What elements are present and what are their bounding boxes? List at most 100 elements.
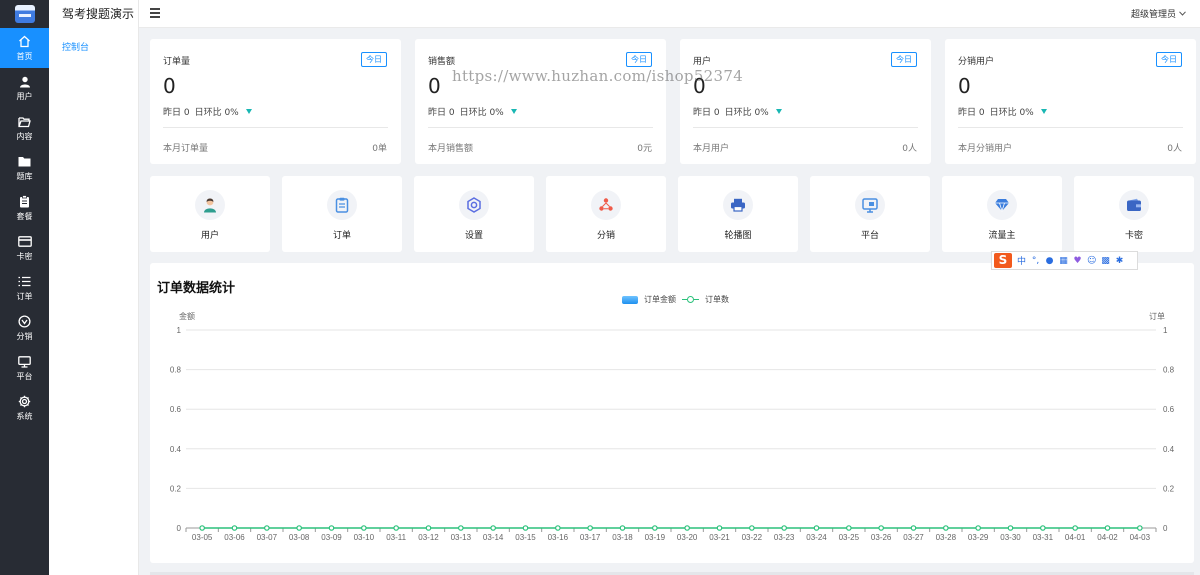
point-order-count	[910, 525, 917, 531]
microphone-icon[interactable]: ●	[1045, 256, 1054, 266]
printer-icon	[723, 190, 753, 220]
point-order-count	[1040, 525, 1046, 531]
point-order-count	[393, 525, 399, 531]
sogou-logo-icon[interactable]: S	[994, 253, 1012, 268]
x-tick-label: 03-06	[224, 533, 245, 542]
main-sidebar: 首页 用户 内容 题库 套餐 卡密 订单 分销 平台 系统	[0, 0, 49, 575]
shortcut-tile[interactable]: 卡密	[1074, 176, 1194, 252]
trend-down-icon	[245, 109, 252, 114]
user-avatar-icon	[195, 190, 225, 220]
x-tick-label: 03-07	[257, 533, 278, 542]
sidebar-item-label: 卡密	[16, 251, 33, 261]
sidebar-item-2[interactable]: 内容	[0, 108, 49, 148]
point-order-count	[813, 525, 820, 531]
sidebar-item-5[interactable]: 卡密	[0, 228, 49, 268]
user-menu[interactable]: 超级管理员	[1131, 7, 1186, 20]
x-tick-label: 03-16	[548, 533, 569, 542]
menu-toggle-icon[interactable]	[150, 8, 160, 18]
x-tick-label: 03-13	[451, 533, 472, 542]
order-chart: 金额 订单 0 0 0.2 0.2 0.4 0.4 0.6 0.6 0.8 0.8 1 1 03-05 03-…	[170, 311, 1175, 542]
sidebar-item-1[interactable]: 用户	[0, 68, 49, 108]
stat-compare-row: 昨日 0 日环比 0%	[163, 105, 252, 118]
sidebar-item-6[interactable]: 订单	[0, 268, 49, 308]
sidebar-item-label: 内容	[16, 131, 33, 141]
ime-mode-toggle[interactable]: 中	[1017, 254, 1026, 267]
y-tick-label-left: 1	[177, 326, 182, 335]
sidebar-item-4[interactable]: 套餐	[0, 188, 49, 228]
shortcut-label: 平台	[860, 231, 879, 241]
sidebar-item-label: 订单	[16, 291, 33, 301]
sidebar-item-label: 分销	[16, 331, 33, 341]
point-order-count	[619, 525, 626, 531]
shortcut-tile[interactable]: 轮播图	[678, 176, 798, 252]
share-icon	[591, 190, 621, 220]
period-tag[interactable]: 今日	[626, 52, 652, 67]
y-axis-title-right: 订单	[1149, 311, 1165, 321]
point-order-count	[943, 525, 949, 531]
point-order-count	[1072, 525, 1078, 531]
card-divider	[163, 127, 388, 128]
shortcut-label: 流量主	[988, 231, 1016, 241]
keyboard-icon[interactable]: ▦	[1059, 256, 1068, 266]
sidebar-item-8[interactable]: 平台	[0, 348, 49, 388]
month-label: 本月订单量	[163, 144, 209, 154]
subnav-item-console[interactable]: 控制台	[49, 40, 138, 53]
sidebar-item-0[interactable]: 首页	[0, 28, 49, 68]
logo-icon	[14, 5, 35, 23]
y-tick-label-right: 0.2	[1163, 484, 1175, 493]
shortcut-tile[interactable]: 设置	[414, 176, 534, 252]
y-tick-label-left: 0.4	[170, 445, 182, 454]
point-order-count	[328, 525, 335, 531]
period-tag[interactable]: 今日	[1156, 52, 1182, 67]
point-order-count	[522, 525, 529, 531]
order-icon	[327, 190, 357, 220]
skin-icon[interactable]: ♥	[1073, 256, 1082, 266]
month-label: 本月销售额	[428, 144, 474, 154]
shortcut-tile[interactable]: 平台	[810, 176, 930, 252]
settings-icon	[459, 190, 489, 220]
stat-title: 销售额	[428, 57, 456, 67]
sidebar-item-3[interactable]: 题库	[0, 148, 49, 188]
x-tick-label: 03-15	[515, 533, 536, 542]
stat-card: 分销用户 今日 0 昨日 0 日环比 0% 本月分销用户 0人	[945, 39, 1196, 164]
yesterday-value: 昨日 0	[958, 108, 985, 118]
x-tick-label: 03-21	[709, 533, 730, 542]
y-tick-label-right: 1	[1163, 326, 1168, 335]
shortcut-tile[interactable]: 分销	[546, 176, 666, 252]
shortcut-tile[interactable]: 订单	[282, 176, 402, 252]
point-order-count	[1007, 525, 1014, 531]
y-axis-title-left: 金额	[179, 311, 195, 321]
period-tag[interactable]: 今日	[361, 52, 387, 67]
x-tick-label: 04-03	[1130, 533, 1151, 542]
settings-gear-icon[interactable]: ✱	[1115, 256, 1124, 266]
x-tick-label: 03-19	[645, 533, 666, 542]
day-compare: 日环比 0%	[989, 108, 1034, 118]
shortcut-tile[interactable]: 用户	[150, 176, 270, 252]
toolbox-icon[interactable]: ▩	[1101, 256, 1110, 266]
stat-card: 用户 今日 0 昨日 0 日环比 0% 本月用户 0人	[680, 39, 931, 164]
period-tag[interactable]: 今日	[891, 52, 917, 67]
x-tick-label: 03-23	[774, 533, 795, 542]
x-tick-label: 03-05	[192, 533, 213, 542]
x-tick-label: 03-09	[321, 533, 342, 542]
sidebar-item-7[interactable]: 分销	[0, 308, 49, 348]
emoji-icon[interactable]: ☺	[1087, 256, 1096, 266]
sidebar-item-label: 用户	[16, 91, 33, 101]
x-tick-label: 03-26	[871, 533, 892, 542]
folder-icon	[18, 155, 32, 169]
y-tick-label-right: 0.4	[1163, 445, 1175, 454]
stat-title: 用户	[693, 57, 712, 67]
app-logo[interactable]	[0, 0, 49, 28]
point-order-count	[458, 525, 464, 531]
sidebar-item-label: 套餐	[16, 211, 33, 221]
user-icon	[18, 75, 32, 89]
sub-sidebar: 驾考搜题演示 控制台	[49, 0, 139, 575]
chevron-down-icon	[1179, 11, 1186, 16]
shortcut-tile[interactable]: 流量主	[942, 176, 1062, 252]
day-compare: 日环比 0%	[459, 108, 504, 118]
x-tick-label: 03-10	[354, 533, 375, 542]
punctuation-icon[interactable]: °,	[1031, 256, 1040, 266]
app-title: 驾考搜题演示	[62, 7, 135, 21]
sidebar-item-9[interactable]: 系统	[0, 388, 49, 428]
month-value: 0人	[1167, 144, 1182, 154]
